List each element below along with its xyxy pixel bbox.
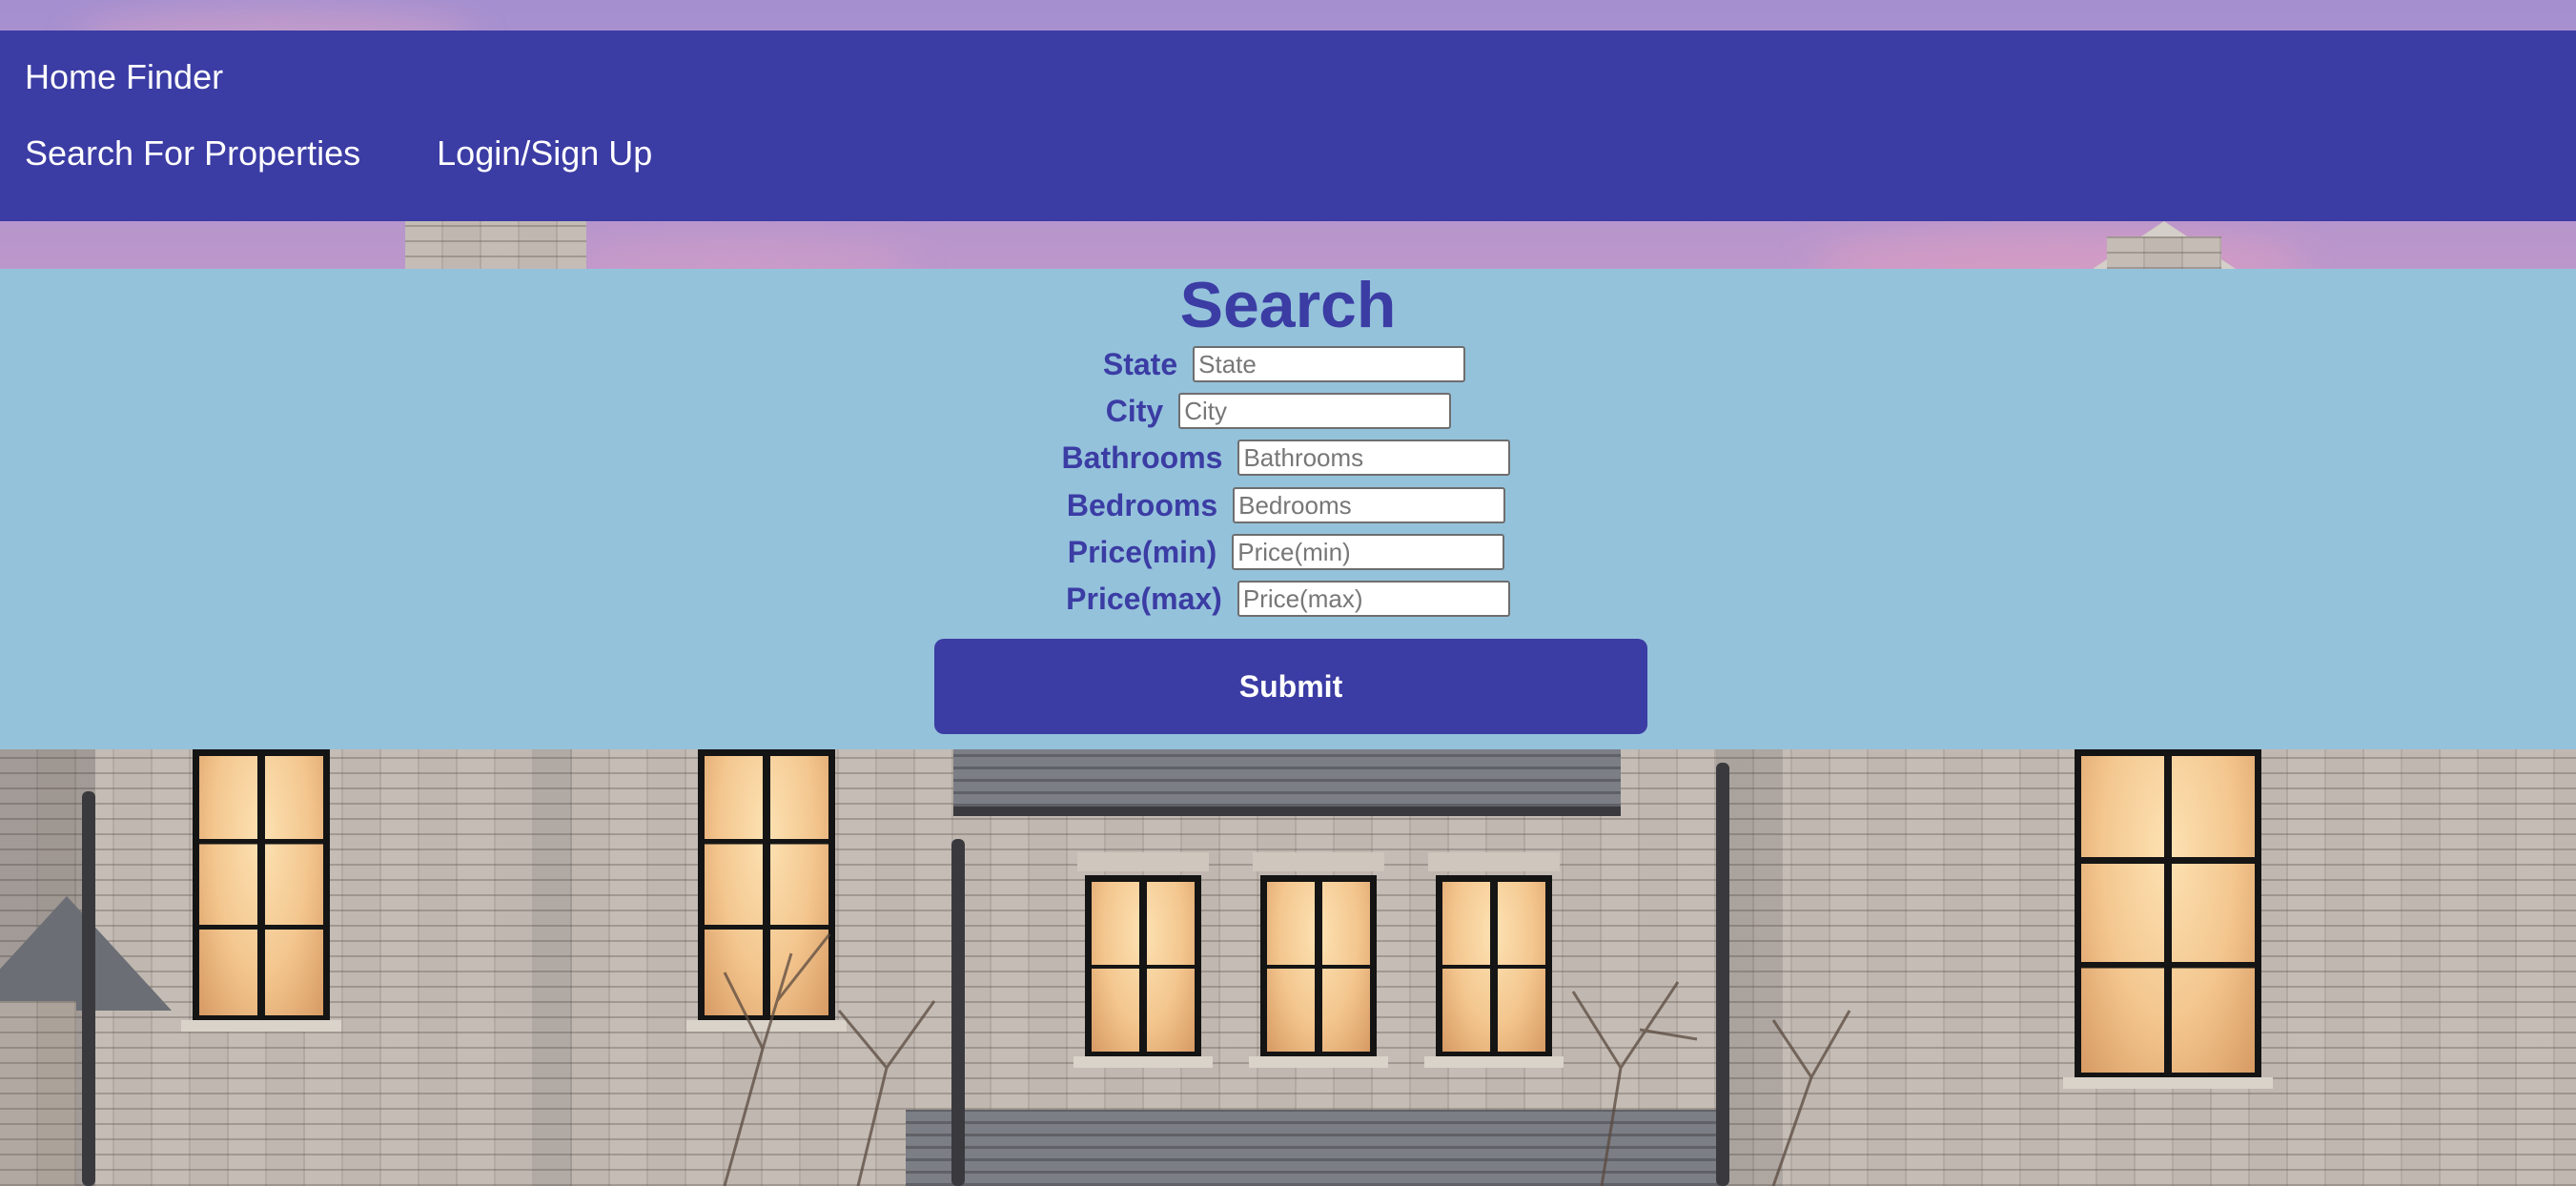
price-min-input[interactable] <box>1232 534 1505 570</box>
state-label: State <box>1102 346 1178 381</box>
nav-links: Search For Properties Login/Sign Up <box>25 133 652 174</box>
form-row-bathrooms: Bathrooms <box>0 439 2574 477</box>
form-row-state: State <box>0 345 2572 383</box>
price-max-input[interactable] <box>1237 581 1510 617</box>
brand-home-finder[interactable]: Home Finder <box>25 57 223 97</box>
form-row-bedrooms: Bedrooms <box>0 486 2574 524</box>
form-row-price-min: Price(min) <box>0 533 2574 571</box>
city-label: City <box>1105 393 1164 428</box>
bedrooms-label: Bedrooms <box>1066 487 1218 522</box>
bathrooms-input[interactable] <box>1237 440 1511 476</box>
price-min-label: Price(min) <box>1067 534 1217 569</box>
search-panel: Search State City Bathrooms Bedrooms Pri… <box>0 269 2576 749</box>
city-input[interactable] <box>1178 393 1452 429</box>
price-max-label: Price(max) <box>1066 581 1222 616</box>
bathrooms-label: Bathrooms <box>1061 440 1223 475</box>
top-navbar: Home Finder Search For Properties Login/… <box>0 31 2576 221</box>
nav-search-for-properties[interactable]: Search For Properties <box>25 133 360 174</box>
bedrooms-input[interactable] <box>1233 487 1506 523</box>
nav-login-sign-up[interactable]: Login/Sign Up <box>437 133 652 174</box>
submit-button[interactable]: Submit <box>934 639 1647 734</box>
state-input[interactable] <box>1193 346 1466 382</box>
form-row-city: City <box>0 392 2566 430</box>
search-title: Search <box>1179 269 1397 341</box>
form-row-price-max: Price(max) <box>0 580 2576 618</box>
